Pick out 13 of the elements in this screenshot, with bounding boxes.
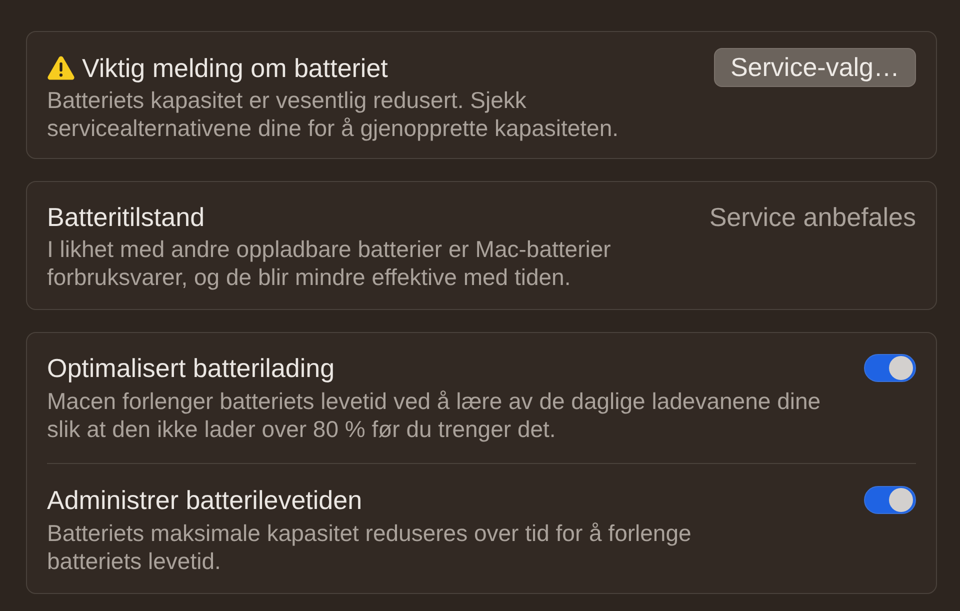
warning-icon [47, 55, 75, 80]
battery-health-title: Batteritilstand [47, 202, 205, 232]
toggle-switch[interactable] [864, 354, 916, 382]
alert-description: Batteriets kapasitet er vesentlig redusert. Sjekk servicealternativene dine for å gjenopprette kapasiteten. [47, 86, 620, 142]
battery-health-description: I likhet med andre oppladbare batterier er Mac-batterier forbruksvarer, og de blir mindre effektive med tiden. [47, 235, 612, 291]
alert-title: Viktig melding om batteriet [82, 52, 388, 82]
battery-health-status: Service anbefales [709, 202, 916, 232]
setting-title: Optimalisert batterilading [47, 353, 335, 383]
toggle-switch[interactable] [864, 486, 916, 514]
setting-description: Macen forlenger batteriets levetid ved å lære av de daglige ladevanene dine slik at den ikke lader over 80 % før du trenger det. [47, 387, 822, 443]
setting-description: Batteriets maksimale kapasitet reduseres over tid for å forlenge batteriets levetid. [47, 519, 692, 575]
setting-title: Administrer batterilevetiden [47, 485, 362, 515]
service-options-button[interactable]: Service-valg… [714, 48, 916, 87]
